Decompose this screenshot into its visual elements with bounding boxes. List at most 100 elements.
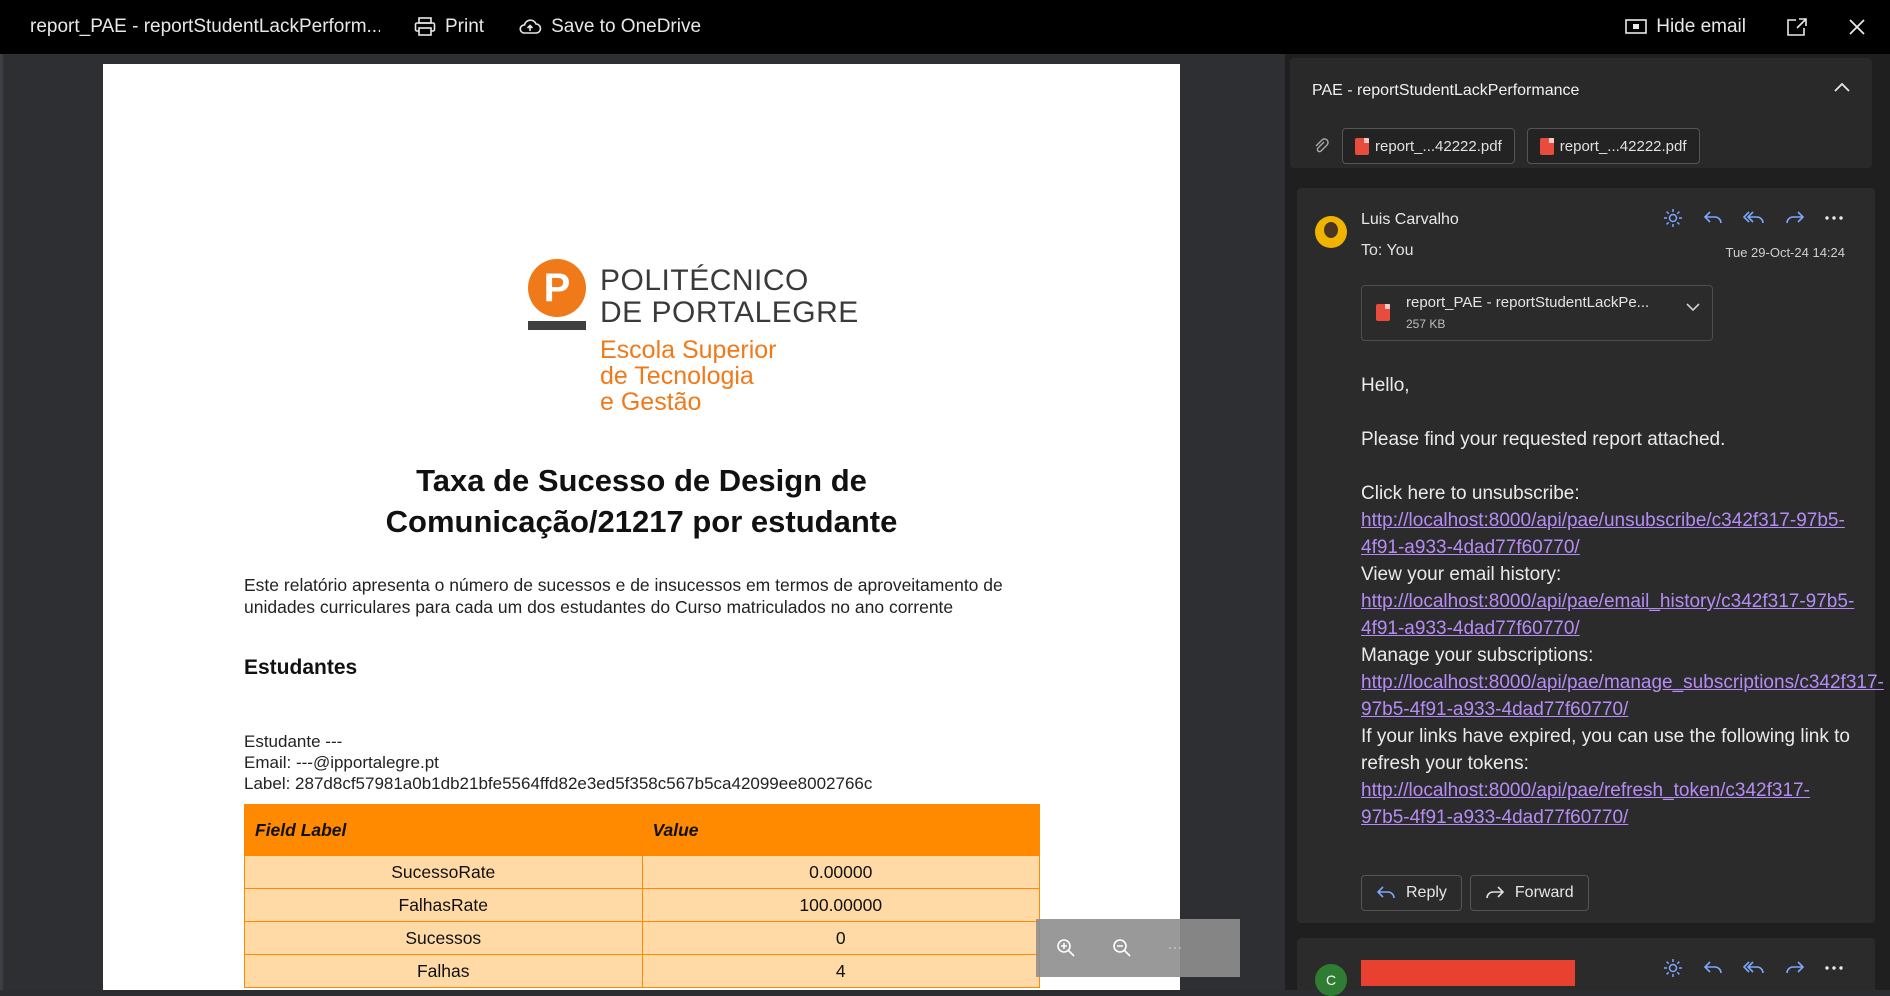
attachment-chip[interactable]: report_...42222.pdf xyxy=(1342,128,1515,164)
logo-underline xyxy=(528,321,586,330)
table-row: FalhasRate 100.00000 xyxy=(244,888,1040,922)
attachment-chip-label: report_...42222.pdf xyxy=(1375,137,1502,155)
pdf-icon xyxy=(1376,304,1390,321)
sender-name[interactable]: Luis Carvalho xyxy=(1361,211,1459,229)
hide-panel-icon xyxy=(1625,19,1648,35)
cell-value: 100.00000 xyxy=(641,888,1040,922)
email-subject: PAE - reportStudentLackPerformance xyxy=(1312,82,1580,99)
cloud-upload-icon xyxy=(518,18,542,36)
logo-name-line2: DE PORTALEGRE xyxy=(600,296,859,329)
redacted-sender xyxy=(1361,960,1575,986)
document-title: Taxa de Sucesso de Design de Comunicação… xyxy=(103,460,1180,542)
pdf-icon xyxy=(1539,137,1554,155)
results-table: Field Label Value SucessoRate 0.00000 Fal… xyxy=(244,804,1040,988)
printer-icon xyxy=(414,17,436,37)
avatar: C xyxy=(1315,964,1347,996)
logo-school: Escola Superior de Tecnologia e Gestão xyxy=(600,337,776,415)
manage-text: Manage your subscriptions: xyxy=(1361,645,1594,666)
table-row: Sucessos 0 xyxy=(244,921,1040,955)
reply-button[interactable]: Reply xyxy=(1361,875,1462,911)
message-date: Tue 29-Oct-24 14:24 xyxy=(1725,245,1845,260)
close-icon xyxy=(1848,18,1866,36)
student-email: Email: ---@ipportalegre.pt xyxy=(244,753,439,772)
pop-out-button[interactable] xyxy=(1786,17,1808,37)
refresh-link[interactable]: http://localhost:8000/api/pae/refresh_to… xyxy=(1361,780,1810,828)
attachment-size: 257 KB xyxy=(1406,317,1446,331)
reply-icon xyxy=(1376,885,1396,901)
logo-name: POLITÉCNICO DE PORTALEGRE xyxy=(600,265,859,329)
more-options-icon[interactable] xyxy=(1825,966,1843,970)
logo-school-line3: e Gestão xyxy=(600,388,702,416)
forward-icon xyxy=(1485,885,1505,901)
cell-field: Sucessos xyxy=(244,921,643,955)
cell-value: 0.00000 xyxy=(641,855,1040,889)
message-actions xyxy=(1663,958,1843,978)
email-message: Luis Carvalho To: You Tue 29-Oct-24 14:2… xyxy=(1297,188,1884,923)
chevron-down-icon[interactable] xyxy=(1686,302,1700,312)
unsubscribe-link[interactable]: http://localhost:8000/api/pae/unsubscrib… xyxy=(1361,510,1845,558)
reply-icon[interactable] xyxy=(1703,210,1723,226)
reply-all-icon[interactable] xyxy=(1743,210,1765,226)
sun-icon[interactable] xyxy=(1663,208,1683,228)
cell-field: Falhas xyxy=(244,954,643,988)
section-heading: Estudantes xyxy=(244,656,358,679)
cell-value: 4 xyxy=(641,954,1040,988)
manage-paragraph: Manage your subscriptions: http://localh… xyxy=(1361,642,1884,723)
hide-email-button[interactable]: Hide email xyxy=(1625,16,1746,38)
print-button[interactable]: Print xyxy=(414,16,484,38)
pop-out-icon xyxy=(1786,17,1808,37)
message-actions xyxy=(1663,208,1843,228)
cell-value: 0 xyxy=(641,921,1040,955)
recipient-line: To: You xyxy=(1361,242,1414,259)
cell-field: FalhasRate xyxy=(244,888,643,922)
close-button[interactable] xyxy=(1848,18,1866,36)
logo-name-line1: POLITÉCNICO xyxy=(600,264,809,297)
manage-link[interactable]: http://localhost:8000/api/pae/manage_sub… xyxy=(1361,672,1884,720)
zoom-controls xyxy=(1036,919,1240,977)
forward-button[interactable]: Forward xyxy=(1469,875,1589,911)
print-label: Print xyxy=(445,16,485,37)
student-label: Label: 287d8cf57981a0b1db21bfe5564ffd82e… xyxy=(244,774,873,793)
history-link[interactable]: http://localhost:8000/api/pae/email_hist… xyxy=(1361,591,1854,639)
email-body: Hello, Please find your requested report… xyxy=(1361,372,1884,831)
attachment-name: report_PAE - reportStudentLackPe... xyxy=(1406,294,1650,311)
document-title-line1: Taxa de Sucesso de Design de xyxy=(416,463,867,498)
more-icon[interactable] xyxy=(1168,946,1182,950)
pdf-viewer[interactable]: P POLITÉCNICO DE PORTALEGRE Escola Super… xyxy=(3,54,1285,990)
logo-school-line2: de Tecnologia xyxy=(600,362,754,390)
logo-school-line1: Escola Superior xyxy=(600,336,777,364)
logo-mark: P xyxy=(528,259,586,317)
save-onedrive-button[interactable]: Save to OneDrive xyxy=(518,16,701,38)
hide-email-label: Hide email xyxy=(1656,16,1746,37)
attachment-card[interactable]: report_PAE - reportStudentLackPe... 257 … xyxy=(1361,285,1713,341)
table-row: Falhas 4 xyxy=(244,954,1040,988)
window-title: report_PAE - reportStudentLackPerform... xyxy=(30,16,380,37)
attachment-chip[interactable]: report_...42222.pdf xyxy=(1526,128,1700,164)
table-row: SucessoRate 0.00000 xyxy=(244,855,1040,889)
history-text: View your email history: xyxy=(1361,564,1562,585)
header-field-label: Field Label xyxy=(244,804,643,856)
reply-icon[interactable] xyxy=(1703,960,1723,976)
intro-text: Please find your requested report attach… xyxy=(1361,429,1726,450)
zoom-in-icon[interactable] xyxy=(1056,938,1076,958)
header-value: Value xyxy=(641,804,1040,856)
reply-all-icon[interactable] xyxy=(1743,960,1765,976)
reply-actions: Reply Forward xyxy=(1361,875,1589,911)
table-header-row: Field Label Value xyxy=(244,804,1040,856)
forward-icon[interactable] xyxy=(1785,960,1805,976)
email-message-collapsed[interactable]: C xyxy=(1297,938,1875,996)
more-options-icon[interactable] xyxy=(1825,216,1843,220)
chevron-up-icon[interactable] xyxy=(1834,82,1850,92)
document-title-line2: Comunicação/21217 por estudante xyxy=(385,504,898,539)
save-onedrive-label: Save to OneDrive xyxy=(551,16,702,37)
unsubscribe-text: Click here to unsubscribe: xyxy=(1361,483,1580,504)
sun-icon[interactable] xyxy=(1663,958,1683,978)
forward-icon[interactable] xyxy=(1785,210,1805,226)
viewer-toolbar: report_PAE - reportStudentLackPerform...… xyxy=(0,0,1890,54)
zoom-out-icon[interactable] xyxy=(1112,938,1132,958)
student-info: Estudante --- Email: ---@ipportalegre.pt… xyxy=(244,731,872,794)
reply-label: Reply xyxy=(1406,884,1447,901)
avatar xyxy=(1315,216,1347,248)
document-description: Este relatório apresenta o número de suc… xyxy=(244,575,1003,617)
pdf-icon xyxy=(1355,137,1369,155)
